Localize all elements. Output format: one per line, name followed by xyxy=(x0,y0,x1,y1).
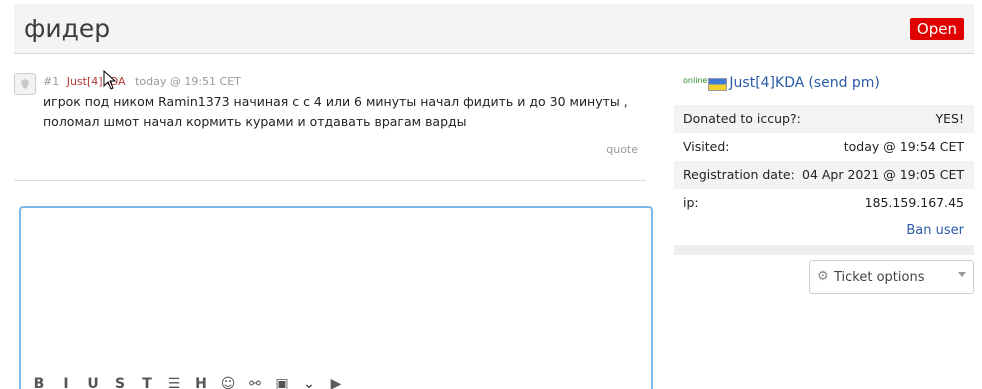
italic-icon[interactable]: I xyxy=(58,376,74,389)
send-pm-link[interactable]: (send pm) xyxy=(808,75,880,91)
info-value: 185.159.167.45 xyxy=(864,195,964,210)
image-icon[interactable]: ▣ xyxy=(274,376,290,389)
info-row-donated: Donated to iccup?: YES! xyxy=(674,105,974,133)
info-value: 04 Apr 2021 @ 19:05 CET xyxy=(802,167,964,182)
strikethrough-icon[interactable]: S xyxy=(112,376,128,389)
info-label: ip: xyxy=(683,195,699,210)
info-label: Registration date: xyxy=(683,167,795,182)
reply-editor[interactable]: BIUST☰H☺⚯▣⌄▶ xyxy=(19,206,653,389)
post-time: today @ 19:51 CET xyxy=(135,75,241,88)
ticket-header: фидер Open xyxy=(14,4,974,54)
post-body: игрок под ником Ramin1373 начиная с с 4 … xyxy=(43,94,628,129)
info-value: YES! xyxy=(935,111,964,126)
ban-user-link[interactable]: Ban user xyxy=(906,223,964,238)
info-value: today @ 19:54 CET xyxy=(843,139,964,154)
ticket-options-label: Ticket options xyxy=(834,269,925,285)
mouse-cursor-icon xyxy=(103,70,117,90)
more-icon[interactable]: ⌄ xyxy=(301,376,317,389)
avatar[interactable] xyxy=(14,73,36,95)
overline-icon[interactable]: T xyxy=(139,376,155,389)
post-meta: #1 Just[4]KDA today @ 19:51 CET xyxy=(43,75,241,88)
user-line: online Just[4]KDA (send pm) xyxy=(683,75,880,91)
heading-icon[interactable]: H xyxy=(193,376,209,389)
info-row-visited: Visited: today @ 19:54 CET xyxy=(674,133,974,161)
user-name-link[interactable]: Just[4]KDA xyxy=(729,75,804,91)
sidebar-divider xyxy=(674,245,974,255)
ticket-options-dropdown[interactable]: ⚙ Ticket options xyxy=(809,260,974,294)
bold-icon[interactable]: B xyxy=(31,376,47,389)
post-number[interactable]: #1 xyxy=(43,75,59,88)
shield-icon xyxy=(21,79,29,89)
info-row-registration: Registration date: 04 Apr 2021 @ 19:05 C… xyxy=(674,161,974,189)
underline-icon[interactable]: U xyxy=(85,376,101,389)
ban-row: Ban user xyxy=(674,217,974,245)
quote-link[interactable]: quote xyxy=(606,143,638,156)
ukraine-flag-icon xyxy=(708,78,728,91)
ticket-title: фидер xyxy=(24,14,111,43)
chevron-down-icon xyxy=(958,272,966,277)
list-icon[interactable]: ☰ xyxy=(166,376,182,389)
status-badge: Open xyxy=(909,18,964,40)
info-label: Donated to iccup?: xyxy=(683,111,801,126)
emoji-icon[interactable]: ☺ xyxy=(220,376,236,389)
online-status: online xyxy=(683,76,708,85)
editor-toolbar: BIUST☰H☺⚯▣⌄▶ xyxy=(31,376,344,389)
info-label: Visited: xyxy=(683,139,730,154)
user-info: Donated to iccup?: YES! Visited: today @… xyxy=(674,105,974,245)
gear-icon: ⚙ xyxy=(817,269,829,284)
link-icon[interactable]: ⚯ xyxy=(247,376,263,389)
info-row-ip: ip: 185.159.167.45 xyxy=(674,189,974,217)
